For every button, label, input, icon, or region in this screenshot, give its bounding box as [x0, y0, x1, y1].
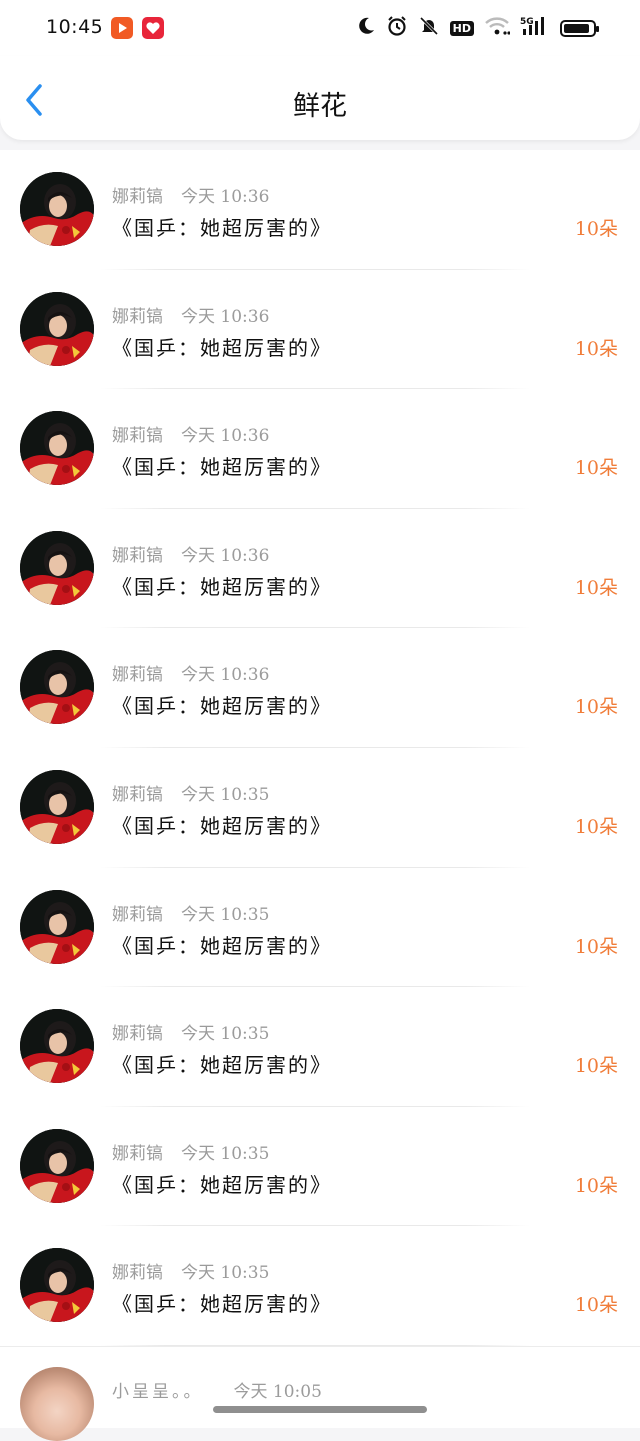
- list-item[interactable]: 娜莉镐 今天 10:36 《国乒：她超厉害的》 10朵: [0, 389, 640, 509]
- flower-count: 10朵: [574, 218, 618, 240]
- item-time: 今天 10:36: [181, 426, 270, 447]
- item-meta: 娜莉镐 今天 10:36: [112, 302, 269, 327]
- flower-count: 10朵: [574, 815, 618, 838]
- status-time: 10:45: [46, 16, 104, 38]
- item-meta: 娜莉镐 今天 10:35: [112, 1019, 269, 1044]
- avatar: [20, 1367, 94, 1441]
- user-name: 娜莉镐: [112, 1263, 163, 1284]
- item-title: 《国乒：她超厉害的》: [112, 574, 332, 599]
- user-name: 娜莉镐: [112, 426, 163, 447]
- avatar: [20, 1009, 94, 1084]
- home-indicator[interactable]: [213, 1406, 427, 1413]
- list-item[interactable]: 娜莉镐 今天 10:36 《国乒：她超厉害的》 10朵: [0, 508, 640, 629]
- avatar: [20, 889, 94, 964]
- video-app-icon: [111, 17, 133, 39]
- list-item[interactable]: 娜莉镐 今天 10:35 《国乒：她超厉害的》 10朵: [0, 867, 640, 988]
- item-meta: 娜莉镐 今天 10:36: [112, 660, 269, 685]
- avatar: [20, 1248, 94, 1323]
- flower-count: 10朵: [574, 1055, 618, 1078]
- item-meta: 娜莉镐 今天 10:36: [112, 182, 269, 207]
- battery-icon: [560, 19, 599, 37]
- item-time: 今天 10:35: [181, 1024, 270, 1045]
- list-item[interactable]: 娜莉镐 今天 10:35 《国乒：她超厉害的》 10朵: [0, 747, 640, 868]
- item-meta: 娜莉镐 今天 10:35: [112, 1258, 269, 1283]
- list-item-partial[interactable]: 小呈呈。。 今天 10:05: [0, 1346, 640, 1441]
- status-bar: 10:45 HD 5G: [0, 0, 640, 56]
- flower-count: 10朵: [574, 1174, 618, 1197]
- item-time: 今天 10:35: [181, 904, 270, 925]
- wifi-icon: [484, 16, 511, 40]
- user-name: 娜莉镐: [112, 545, 163, 566]
- list-item[interactable]: 娜莉镐 今天 10:35 《国乒：她超厉害的》 10朵: [0, 987, 640, 1107]
- list-item[interactable]: 娜莉镐 今天 10:35 《国乒：她超厉害的》 10朵: [0, 1226, 640, 1346]
- heart-app-icon: [142, 17, 164, 39]
- item-title: 《国乒：她超厉害的》: [112, 813, 332, 838]
- flower-count: 10朵: [574, 935, 618, 958]
- flower-count: 10朵: [574, 1294, 618, 1317]
- user-name: 娜莉镐: [112, 665, 163, 686]
- list-item[interactable]: 娜莉镐 今天 10:35 《国乒：她超厉害的》 10朵: [0, 1106, 640, 1227]
- item-title: 《国乒：她超厉害的》: [112, 216, 332, 240]
- user-name: 娜莉镐: [112, 784, 163, 805]
- flower-count: 10朵: [574, 337, 618, 360]
- avatar: [20, 411, 94, 486]
- item-meta: 娜莉镐 今天 10:36: [112, 541, 269, 566]
- flower-count: 10朵: [574, 576, 618, 599]
- flower-count: 10朵: [574, 696, 618, 719]
- item-title: 《国乒：她超厉害的》: [112, 1172, 332, 1197]
- item-title: 《国乒：她超厉害的》: [112, 335, 332, 360]
- list-item[interactable]: 娜莉镐 今天 10:36 《国乒：她超厉害的》 10朵: [0, 150, 640, 270]
- avatar: [20, 172, 94, 246]
- page-title: 鲜花: [293, 91, 347, 122]
- item-title: 《国乒：她超厉害的》: [112, 1053, 332, 1078]
- item-time: 今天 10:36: [181, 187, 270, 207]
- user-name: 小呈呈。。: [112, 1382, 204, 1402]
- item-meta: 娜莉镐 今天 10:36: [112, 421, 269, 446]
- item-title: 《国乒：她超厉害的》: [112, 933, 332, 958]
- item-title: 《国乒：她超厉害的》: [112, 694, 332, 719]
- mute-icon: [418, 15, 440, 41]
- battery-level: [564, 23, 589, 33]
- avatar: [20, 650, 94, 725]
- item-time: 今天 10:36: [181, 665, 270, 686]
- item-time: 今天 10:36: [181, 306, 270, 327]
- item-time: 今天 10:35: [181, 1143, 270, 1164]
- item-meta: 小呈呈。。 今天 10:05: [112, 1377, 322, 1402]
- moon-icon: [356, 16, 376, 40]
- item-time: 今天 10:05: [233, 1382, 322, 1402]
- item-time: 今天 10:35: [181, 1263, 270, 1284]
- hd-badge: HD: [449, 20, 474, 36]
- user-name: 娜莉镐: [112, 1143, 163, 1164]
- nav-bar: 鲜花: [0, 56, 640, 140]
- item-time: 今天 10:35: [181, 784, 270, 805]
- user-name: 娜莉镐: [112, 904, 163, 925]
- item-meta: 娜莉镐 今天 10:35: [112, 1139, 269, 1164]
- item-meta: 娜莉镐 今天 10:35: [112, 780, 269, 805]
- item-meta: 娜莉镐 今天 10:35: [112, 900, 269, 925]
- list-item[interactable]: 娜莉镐 今天 10:36 《国乒：她超厉害的》 10朵: [0, 628, 640, 748]
- alarm-icon: [386, 15, 408, 41]
- avatar: [20, 769, 94, 844]
- user-name: 娜莉镐: [112, 306, 163, 327]
- item-time: 今天 10:36: [181, 545, 270, 566]
- item-title: 《国乒：她超厉害的》: [112, 455, 332, 480]
- avatar: [20, 530, 94, 605]
- status-icons: HD 5G: [356, 14, 599, 42]
- user-name: 娜莉镐: [112, 1024, 163, 1045]
- user-name: 娜莉镐: [112, 187, 163, 207]
- item-title: 《国乒：她超厉害的》: [112, 1292, 332, 1317]
- signal-5g-icon: 5G: [520, 15, 550, 41]
- list-item[interactable]: 娜莉镐 今天 10:36 《国乒：她超厉害的》 10朵: [0, 269, 640, 390]
- flower-count: 10朵: [574, 457, 618, 480]
- avatar: [20, 1128, 94, 1203]
- avatar: [20, 291, 94, 366]
- flower-list: 娜莉镐 今天 10:36 《国乒：她超厉害的》 10朵 娜莉镐 今天 10:36…: [0, 150, 640, 1346]
